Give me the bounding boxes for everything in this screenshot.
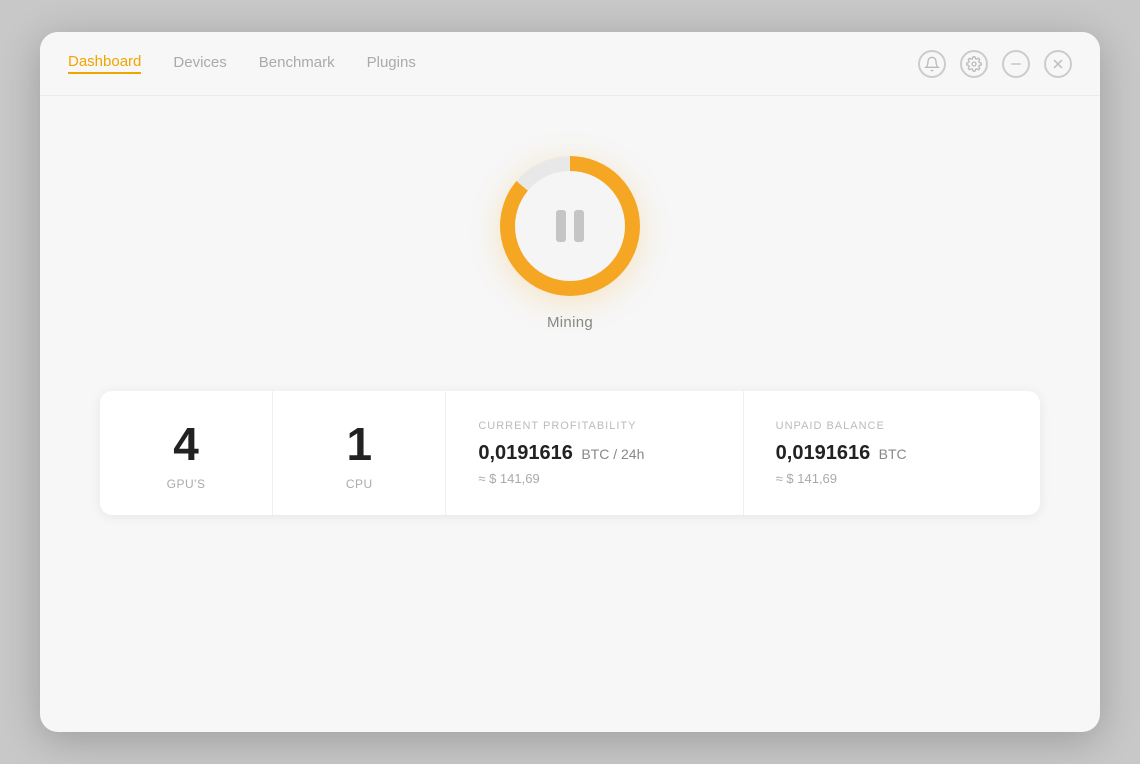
pause-bar-right <box>574 210 584 242</box>
pause-icon <box>556 210 584 242</box>
profitability-value: 0,0191616 <box>478 442 573 464</box>
notifications-button[interactable] <box>918 50 946 78</box>
balance-sub: ≈ $ 141,69 <box>776 471 1008 486</box>
nav-item-dashboard[interactable]: Dashboard <box>68 53 141 74</box>
nav-bar: Dashboard Devices Benchmark Plugins <box>68 53 416 74</box>
gpu-count-label: GPU'S <box>167 477 206 491</box>
main-content: Mining 4 GPU'S 1 CPU CURRENT PROFITABILI… <box>40 96 1100 732</box>
profitability-title: CURRENT PROFITABILITY <box>478 420 710 432</box>
minimize-button[interactable] <box>1002 50 1030 78</box>
nav-item-benchmark[interactable]: Benchmark <box>259 54 335 73</box>
mining-toggle-button[interactable] <box>500 156 640 296</box>
mining-area: Mining <box>500 156 640 331</box>
close-icon <box>1050 56 1066 72</box>
settings-button[interactable] <box>960 50 988 78</box>
profitability-value-row: 0,0191616 BTC / 24h <box>478 442 710 465</box>
gpu-stat-card: 4 GPU'S <box>100 391 273 515</box>
nav-item-plugins[interactable]: Plugins <box>367 54 416 73</box>
cpu-count-label: CPU <box>346 477 373 491</box>
cpu-stat-card: 1 CPU <box>273 391 446 515</box>
profitability-unit: BTC / 24h <box>581 446 644 462</box>
gpu-count-value: 4 <box>173 421 199 467</box>
mining-button-inner <box>515 171 625 281</box>
nav-item-devices[interactable]: Devices <box>173 54 226 73</box>
balance-value-row: 0,0191616 BTC <box>776 442 1008 465</box>
minimize-icon <box>1008 56 1024 72</box>
window-controls <box>918 50 1072 78</box>
balance-unit: BTC <box>879 446 907 462</box>
balance-card: UNPAID BALANCE 0,0191616 BTC ≈ $ 141,69 <box>744 391 1040 515</box>
stats-row: 4 GPU'S 1 CPU CURRENT PROFITABILITY 0,01… <box>100 391 1040 515</box>
profitability-card: CURRENT PROFITABILITY 0,0191616 BTC / 24… <box>446 391 743 515</box>
bell-icon <box>924 56 940 72</box>
close-button[interactable] <box>1044 50 1072 78</box>
app-window: Dashboard Devices Benchmark Plugins <box>40 32 1100 732</box>
balance-title: UNPAID BALANCE <box>776 420 1008 432</box>
balance-value: 0,0191616 <box>776 442 871 464</box>
profitability-sub: ≈ $ 141,69 <box>478 471 710 486</box>
gear-icon <box>966 56 982 72</box>
mining-state-label: Mining <box>547 314 593 331</box>
cpu-count-value: 1 <box>346 421 372 467</box>
pause-bar-left <box>556 210 566 242</box>
title-bar: Dashboard Devices Benchmark Plugins <box>40 32 1100 96</box>
